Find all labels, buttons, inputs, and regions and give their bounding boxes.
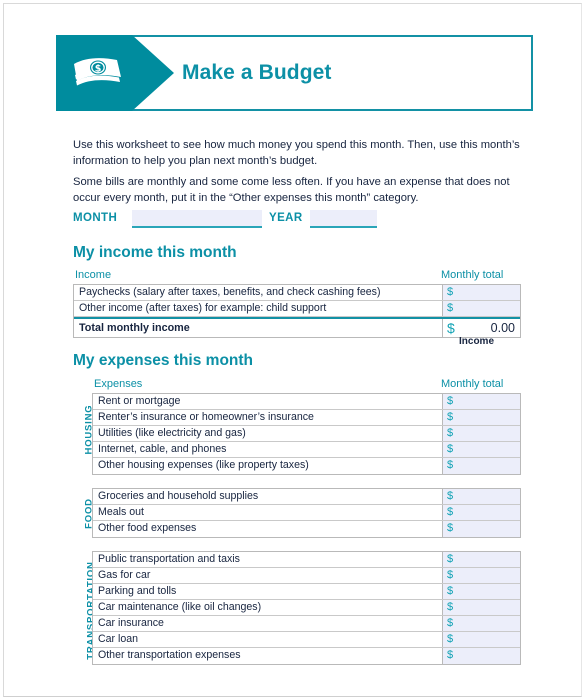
table-row[interactable]: Other housing expenses (like property ta… <box>93 458 520 474</box>
currency-symbol: $ <box>447 506 454 518</box>
expense-row-value[interactable]: $ <box>442 489 520 504</box>
expense-row-value[interactable]: $ <box>442 505 520 520</box>
money-bills-icon: $ <box>74 58 121 86</box>
expense-row-label: Internet, cable, and phones <box>98 443 227 455</box>
currency-symbol: $ <box>447 553 454 565</box>
table-row[interactable]: Car insurance $ <box>93 616 520 632</box>
expenses-section-title: My expenses this month <box>73 352 254 369</box>
income-col-total: Monthly total <box>441 269 504 281</box>
currency-symbol: $ <box>447 601 454 613</box>
expense-row-value[interactable]: $ <box>442 616 520 631</box>
currency-symbol: $ <box>447 459 454 471</box>
expense-row-value[interactable]: $ <box>442 521 520 537</box>
currency-symbol: $ <box>447 443 454 455</box>
income-total-value: $ 0.00 <box>442 319 520 337</box>
table-row[interactable]: Gas for car $ <box>93 568 520 584</box>
income-col-item: Income <box>75 269 112 281</box>
income-row-label: Other income (after taxes) for example: … <box>79 302 327 314</box>
expenses-col-item: Expenses <box>94 378 143 390</box>
income-table: Paychecks (salary after taxes, benefits,… <box>73 284 521 338</box>
expense-row-value[interactable]: $ <box>442 426 520 441</box>
expense-row-label: Renter’s insurance or homeowner’s insura… <box>98 411 314 423</box>
expense-row-label: Public transportation and taxis <box>98 553 240 565</box>
expense-row-value[interactable]: $ <box>442 600 520 615</box>
intro-paragraph-2: Some bills are monthly and some come les… <box>73 176 510 204</box>
expense-row-value[interactable]: $ <box>442 394 520 409</box>
currency-symbol: $ <box>447 302 454 314</box>
currency-symbol: $ <box>447 633 454 645</box>
currency-symbol: $ <box>447 286 454 298</box>
income-total-label: Total monthly income <box>79 322 190 334</box>
svg-text:$: $ <box>95 63 102 74</box>
month-input[interactable] <box>132 210 262 228</box>
table-row[interactable]: Internet, cable, and phones $ <box>93 442 520 458</box>
expenses-col-total: Monthly total <box>441 378 504 390</box>
worksheet-page: $ Make a Budget Use this worksheet to se… <box>3 3 582 697</box>
expense-row-label: Car loan <box>98 633 139 645</box>
year-input[interactable] <box>310 210 377 228</box>
expense-row-value[interactable]: $ <box>442 632 520 647</box>
table-row[interactable]: Parking and tolls $ <box>93 584 520 600</box>
currency-symbol: $ <box>447 427 454 439</box>
income-row-value[interactable]: $ <box>442 285 520 300</box>
header-flag-shape: $ <box>56 35 174 111</box>
income-section-title: My income this month <box>73 244 237 261</box>
expense-row-value[interactable]: $ <box>442 552 520 567</box>
expense-row-label: Gas for car <box>98 569 151 581</box>
expense-row-value[interactable]: $ <box>442 568 520 583</box>
table-row[interactable]: Public transportation and taxis $ <box>93 552 520 568</box>
expense-row-label: Car insurance <box>98 617 164 629</box>
currency-symbol: $ <box>447 522 454 534</box>
expense-row-label: Other housing expenses (like property ta… <box>98 459 309 471</box>
expense-row-label: Other food expenses <box>98 522 197 534</box>
income-total-caption: Income <box>459 336 495 347</box>
currency-symbol: $ <box>447 320 455 336</box>
currency-symbol: $ <box>447 569 454 581</box>
table-row[interactable]: Other transportation expenses $ <box>93 648 520 664</box>
page-title: Make a Budget <box>182 61 332 84</box>
housing-table: Rent or mortgage $ Renter’s insurance or… <box>92 393 521 475</box>
table-row[interactable]: Other food expenses $ <box>93 521 520 537</box>
expense-row-label: Rent or mortgage <box>98 395 181 407</box>
expense-row-label: Other transportation expenses <box>98 649 241 661</box>
expense-row-label: Car maintenance (like oil changes) <box>98 601 262 613</box>
table-row[interactable]: Car maintenance (like oil changes) $ <box>93 600 520 616</box>
table-row[interactable]: Rent or mortgage $ <box>93 394 520 410</box>
expense-row-value[interactable]: $ <box>442 584 520 599</box>
currency-symbol: $ <box>447 411 454 423</box>
expense-row-label: Groceries and household supplies <box>98 490 259 502</box>
month-label: MONTH <box>73 212 118 224</box>
expense-row-value[interactable]: $ <box>442 410 520 425</box>
income-row-value[interactable]: $ <box>442 301 520 316</box>
currency-symbol: $ <box>447 617 454 629</box>
table-row[interactable]: Other income (after taxes) for example: … <box>74 301 520 317</box>
month-year-row: MONTH YEAR <box>73 210 513 230</box>
expense-row-value[interactable]: $ <box>442 442 520 457</box>
year-label: YEAR <box>269 212 303 224</box>
income-table-header: Income Monthly total <box>73 269 521 284</box>
table-row[interactable]: Utilities (like electricity and gas) $ <box>93 426 520 442</box>
expense-row-value[interactable]: $ <box>442 648 520 664</box>
expense-row-label: Utilities (like electricity and gas) <box>98 427 246 439</box>
currency-symbol: $ <box>447 585 454 597</box>
table-row[interactable]: Groceries and household supplies $ <box>93 489 520 505</box>
income-total-amount: 0.00 <box>490 321 515 335</box>
income-row-label: Paychecks (salary after taxes, benefits,… <box>79 286 381 298</box>
expense-row-value[interactable]: $ <box>442 458 520 474</box>
header-banner: $ Make a Budget <box>56 35 533 111</box>
currency-symbol: $ <box>447 395 454 407</box>
currency-symbol: $ <box>447 490 454 502</box>
expenses-table-header: Expenses Monthly total <box>92 378 521 393</box>
transportation-table: Public transportation and taxis $ Gas fo… <box>92 551 521 665</box>
table-row[interactable]: Meals out $ <box>93 505 520 521</box>
expense-row-label: Parking and tolls <box>98 585 177 597</box>
table-row[interactable]: Renter’s insurance or homeowner’s insura… <box>93 410 520 426</box>
currency-symbol: $ <box>447 649 454 661</box>
table-row[interactable]: Car loan $ <box>93 632 520 648</box>
expense-row-label: Meals out <box>98 506 144 518</box>
food-table: Groceries and household supplies $ Meals… <box>92 488 521 538</box>
table-row[interactable]: Paychecks (salary after taxes, benefits,… <box>74 285 520 301</box>
intro-paragraph-1: Use this worksheet to see how much money… <box>73 139 520 167</box>
income-total-row: Total monthly income $ 0.00 <box>74 317 520 337</box>
